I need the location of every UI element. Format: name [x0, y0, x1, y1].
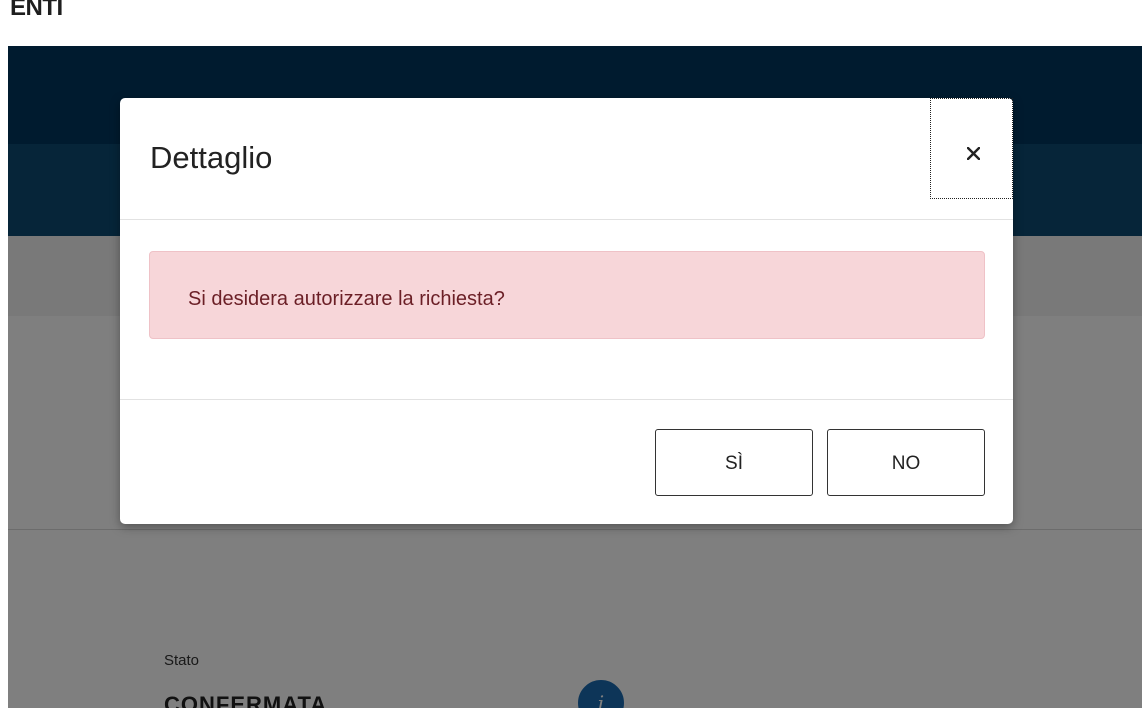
dialog-footer: SÌ NO	[120, 399, 1013, 524]
dialog-header: Dettaglio	[120, 98, 1013, 220]
confirmation-message: Si desidera autorizzare la richiesta?	[188, 288, 505, 310]
close-button[interactable]	[930, 98, 1013, 199]
top-bar: ENTI	[8, 0, 1142, 46]
no-button[interactable]: NO	[827, 429, 985, 496]
confirmation-alert: Si desidera autorizzare la richiesta?	[149, 251, 985, 339]
close-icon	[967, 147, 980, 160]
left-gutter	[0, 0, 8, 708]
yes-button[interactable]: SÌ	[655, 429, 813, 496]
top-bar-label: ENTI	[10, 0, 63, 21]
dialog-title: Dettaglio	[150, 140, 273, 175]
dialog-body: Si desidera autorizzare la richiesta?	[120, 220, 1013, 399]
page: ENTI Stato CONFERMATA i Dettaglio Si des…	[0, 0, 1142, 708]
detail-dialog: Dettaglio Si desidera autorizzare la ric…	[120, 98, 1013, 524]
